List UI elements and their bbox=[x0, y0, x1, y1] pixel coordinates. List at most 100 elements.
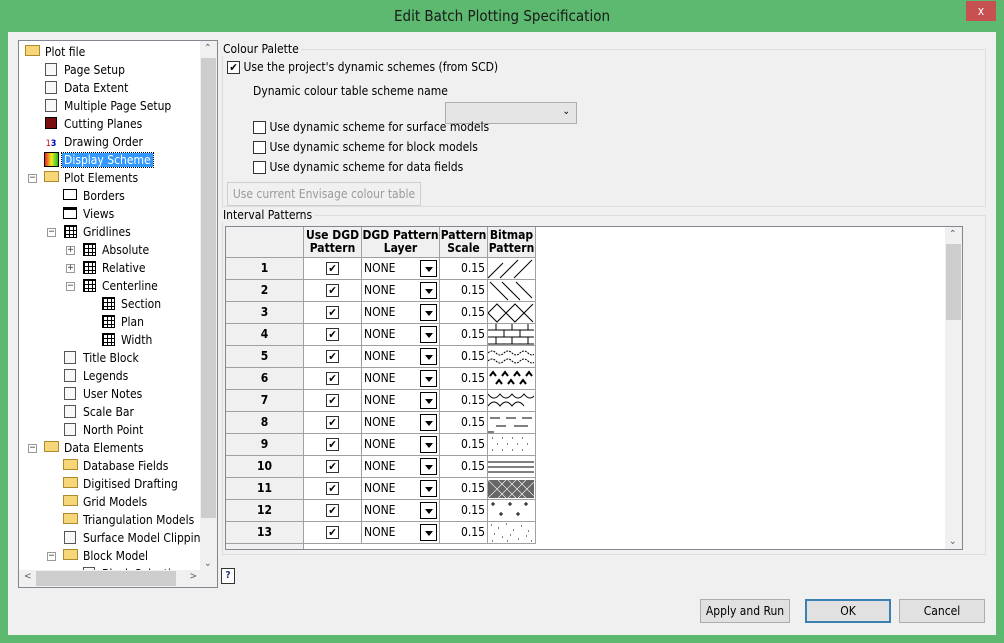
use-dgd-pattern-cell[interactable]: ✔ bbox=[304, 456, 362, 478]
checkbox-checked-icon[interactable]: ✔ bbox=[227, 61, 240, 74]
tree-vertical-scrollbar[interactable]: ⌃ ⌄ bbox=[200, 41, 217, 571]
pattern-scale-cell[interactable]: 0.15 bbox=[440, 390, 488, 412]
tree-item-width[interactable]: Width bbox=[100, 331, 154, 349]
bitmap-pattern-cell[interactable] bbox=[488, 302, 536, 324]
dropdown-arrow-icon[interactable] bbox=[420, 260, 437, 277]
dynamic-scheme-option-checkbox[interactable]: Use dynamic scheme for data fields bbox=[253, 160, 463, 174]
scroll-up-icon[interactable]: ⌃ bbox=[949, 229, 957, 240]
use-dgd-pattern-cell[interactable]: ✔ bbox=[304, 434, 362, 456]
checkbox-checked-icon[interactable]: ✔ bbox=[326, 416, 339, 429]
tree-item-centerline[interactable]: Centerline bbox=[81, 277, 160, 295]
dgd-pattern-layer-cell[interactable]: NONE bbox=[362, 324, 440, 346]
dropdown-arrow-icon[interactable] bbox=[420, 436, 437, 453]
pattern-scale-cell[interactable]: 0.15 bbox=[440, 434, 488, 456]
tree-item-scale-bar[interactable]: Scale Bar bbox=[62, 403, 136, 421]
pattern-scale-cell[interactable]: 0.15 bbox=[440, 522, 488, 544]
column-header[interactable]: DGD Pattern Layer bbox=[362, 227, 440, 258]
dgd-pattern-layer-cell[interactable]: NONE bbox=[362, 258, 440, 280]
dgd-pattern-layer-cell[interactable]: NONE bbox=[362, 390, 440, 412]
pattern-scale-cell[interactable]: 0.15 bbox=[440, 280, 488, 302]
dynamic-scheme-option-checkbox[interactable]: Use dynamic scheme for surface models bbox=[253, 120, 489, 134]
scroll-down-icon[interactable]: ⌄ bbox=[949, 536, 957, 547]
bitmap-pattern-cell[interactable] bbox=[488, 522, 536, 544]
dropdown-arrow-icon[interactable] bbox=[420, 480, 437, 497]
pattern-scale-cell[interactable]: 0.15 bbox=[440, 346, 488, 368]
row-header[interactable]: 9 bbox=[226, 434, 304, 456]
row-header[interactable]: 6 bbox=[226, 368, 304, 390]
scrollbar-thumb[interactable] bbox=[36, 571, 176, 586]
bitmap-pattern-cell[interactable] bbox=[488, 412, 536, 434]
dgd-pattern-layer-cell[interactable]: NONE bbox=[362, 412, 440, 434]
help-icon[interactable]: ? bbox=[221, 568, 235, 584]
use-dgd-pattern-cell[interactable]: ✔ bbox=[304, 324, 362, 346]
table-vertical-scrollbar[interactable]: ⌃ ⌄ bbox=[945, 227, 962, 549]
scroll-left-icon[interactable]: < bbox=[24, 571, 32, 582]
row-header[interactable]: 5 bbox=[226, 346, 304, 368]
ok-button[interactable]: OK bbox=[805, 599, 891, 623]
dropdown-arrow-icon[interactable] bbox=[420, 282, 437, 299]
checkbox-checked-icon[interactable]: ✔ bbox=[326, 504, 339, 517]
dgd-pattern-layer-cell[interactable]: NONE bbox=[362, 522, 440, 544]
row-header[interactable]: 2 bbox=[226, 280, 304, 302]
use-dgd-pattern-cell[interactable]: ✔ bbox=[304, 346, 362, 368]
dropdown-arrow-icon[interactable] bbox=[420, 348, 437, 365]
pattern-scale-cell[interactable]: 0.15 bbox=[440, 412, 488, 434]
scrollbar-thumb[interactable] bbox=[201, 58, 216, 518]
tree-item-block-model[interactable]: Block Model bbox=[62, 547, 150, 565]
checkbox-checked-icon[interactable]: ✔ bbox=[326, 482, 339, 495]
row-header[interactable]: 7 bbox=[226, 390, 304, 412]
tree-item-database-fields[interactable]: Database Fields bbox=[62, 457, 170, 475]
use-dgd-pattern-cell[interactable]: ✔ bbox=[304, 500, 362, 522]
column-header[interactable]: Pattern Scale bbox=[440, 227, 488, 258]
dgd-pattern-layer-cell[interactable]: NONE bbox=[362, 368, 440, 390]
pattern-scale-cell[interactable]: 0.15 bbox=[440, 500, 488, 522]
checkbox-checked-icon[interactable]: ✔ bbox=[326, 372, 339, 385]
tree-horizontal-scrollbar[interactable]: < > bbox=[19, 570, 217, 587]
dropdown-arrow-icon[interactable] bbox=[420, 326, 437, 343]
tree-item-title-block[interactable]: Title Block bbox=[62, 349, 141, 367]
dropdown-arrow-icon[interactable] bbox=[420, 370, 437, 387]
dropdown-arrow-icon[interactable] bbox=[420, 502, 437, 519]
pattern-scale-cell[interactable]: 0.15 bbox=[440, 258, 488, 280]
checkbox-checked-icon[interactable]: ✔ bbox=[326, 328, 339, 341]
tree-item-plan[interactable]: Plan bbox=[100, 313, 146, 331]
collapse-icon[interactable]: − bbox=[47, 552, 56, 561]
row-header[interactable]: 11 bbox=[226, 478, 304, 500]
checkbox-unchecked-icon[interactable] bbox=[253, 161, 266, 174]
bitmap-pattern-cell[interactable] bbox=[488, 280, 536, 302]
tree-item-section[interactable]: Section bbox=[100, 295, 163, 313]
scroll-up-icon[interactable]: ⌃ bbox=[204, 43, 212, 54]
dgd-pattern-layer-cell[interactable]: NONE bbox=[362, 280, 440, 302]
checkbox-checked-icon[interactable]: ✔ bbox=[326, 394, 339, 407]
collapse-icon[interactable]: − bbox=[28, 174, 37, 183]
use-dgd-pattern-cell[interactable]: ✔ bbox=[304, 258, 362, 280]
dropdown-arrow-icon[interactable] bbox=[420, 414, 437, 431]
dgd-pattern-layer-cell[interactable]: NONE bbox=[362, 478, 440, 500]
dgd-pattern-layer-cell[interactable]: NONE bbox=[362, 456, 440, 478]
row-header[interactable]: 12 bbox=[226, 500, 304, 522]
row-header[interactable] bbox=[226, 544, 304, 549]
bitmap-pattern-cell[interactable] bbox=[488, 456, 536, 478]
dropdown-arrow-icon[interactable] bbox=[420, 392, 437, 409]
row-header[interactable]: 1 bbox=[226, 258, 304, 280]
checkbox-checked-icon[interactable]: ✔ bbox=[326, 306, 339, 319]
tree-item-plot-elements[interactable]: Plot Elements bbox=[43, 169, 140, 187]
bitmap-pattern-cell[interactable] bbox=[488, 258, 536, 280]
bitmap-pattern-cell[interactable] bbox=[488, 434, 536, 456]
tree-item-grid-models[interactable]: Grid Models bbox=[62, 493, 149, 511]
tree-item-absolute[interactable]: Absolute bbox=[81, 241, 151, 259]
bitmap-pattern-cell[interactable] bbox=[488, 368, 536, 390]
tree-item-surface-model-clipping[interactable]: Surface Model Clipping bbox=[62, 529, 209, 547]
pattern-scale-cell[interactable]: 0.15 bbox=[440, 324, 488, 346]
collapse-icon[interactable]: − bbox=[28, 444, 37, 453]
scroll-down-icon[interactable]: ⌄ bbox=[204, 558, 212, 569]
bitmap-pattern-cell[interactable] bbox=[488, 324, 536, 346]
tree-item-multiple-page-setup[interactable]: Multiple Page Setup bbox=[43, 97, 173, 115]
scroll-right-icon[interactable]: > bbox=[189, 571, 197, 582]
tree-item-digitised-drafting[interactable]: Digitised Drafting bbox=[62, 475, 180, 493]
use-dgd-pattern-cell[interactable]: ✔ bbox=[304, 302, 362, 324]
dropdown-arrow-icon[interactable] bbox=[420, 524, 437, 541]
scrollbar-thumb[interactable] bbox=[946, 244, 961, 320]
tree-item-data-extent[interactable]: Data Extent bbox=[43, 79, 130, 97]
dgd-pattern-layer-cell[interactable]: NONE bbox=[362, 500, 440, 522]
